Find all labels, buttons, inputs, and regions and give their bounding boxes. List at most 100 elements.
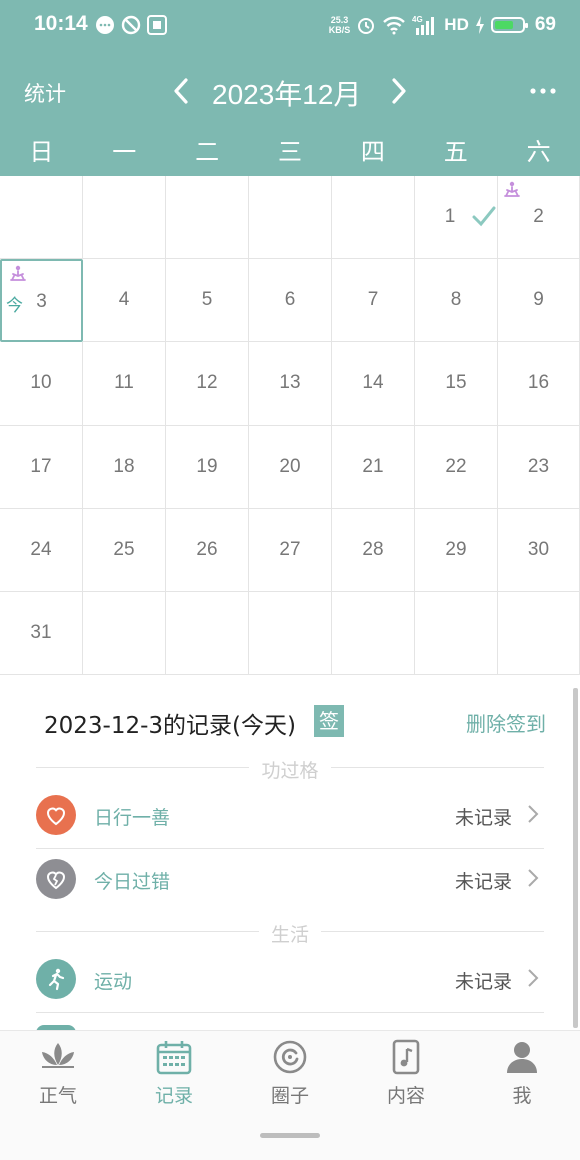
calendar-day-number: 27 (279, 539, 301, 560)
battery-fill (494, 21, 513, 29)
calendar-day-16[interactable]: 16 (498, 342, 580, 426)
calendar-day-number: 21 (362, 456, 384, 477)
lotus-icon (42, 1043, 74, 1068)
calendar-day-12[interactable]: 12 (166, 342, 249, 426)
chevron-right-icon[interactable] (386, 74, 412, 108)
chevron-left-icon[interactable] (168, 74, 194, 108)
calendar-empty-cell (498, 592, 580, 675)
delete-sign-button[interactable]: 删除签到 (466, 708, 546, 737)
calendar-day-7[interactable]: 7 (332, 259, 415, 342)
heart-icon (36, 795, 76, 835)
calendar-day-number: 2 (533, 206, 544, 227)
meditation-icon (10, 265, 26, 281)
calendar-day-number: 15 (445, 372, 467, 393)
calendar-day-19[interactable]: 19 (166, 426, 249, 509)
status-time: 10:14 (34, 12, 88, 35)
weekday-label: 四 (360, 138, 385, 166)
calendar-day-15[interactable]: 15 (415, 342, 498, 426)
calendar-day-number: 28 (362, 539, 384, 560)
record-row-exercise[interactable]: 运动 未记录 (36, 949, 544, 1013)
record-status: 未记录 (454, 971, 512, 993)
calendar-day-number: 11 (114, 372, 134, 393)
weekday-label: 五 (443, 138, 468, 166)
signal-icon: 4G (412, 15, 435, 35)
weekday-header: 日一二三四五六 (0, 130, 580, 174)
checkmark-icon (472, 206, 496, 227)
scrollbar[interactable] (573, 688, 578, 1028)
calendar-day-23[interactable]: 23 (498, 426, 580, 509)
stats-button[interactable]: 统计 (24, 78, 66, 108)
calendar-day-27[interactable]: 27 (249, 509, 332, 592)
calendar-empty-cell (166, 176, 249, 259)
calendar-day-17[interactable]: 17 (0, 426, 83, 509)
calendar-grid: 1 2 3 今 4 5 6 7 8 9 10 11 12 13 14 15 16 17 18 19 20 21 22 23 24… (0, 176, 580, 675)
calendar-day-6[interactable]: 6 (249, 259, 332, 342)
calendar-day-4[interactable]: 4 (83, 259, 166, 342)
record-status: 未记录 (454, 871, 512, 893)
calendar-day-number: 23 (527, 456, 550, 477)
calendar-day-number: 10 (30, 372, 52, 393)
calendar-day-1[interactable]: 1 (415, 176, 498, 259)
nav-tab-me[interactable]: 我 (482, 1039, 562, 1119)
weekday-label: 二 (195, 138, 220, 166)
section-title-text: 功过格 (249, 760, 331, 782)
more-dots-icon[interactable] (526, 76, 560, 106)
calendar-empty-cell (249, 176, 332, 259)
calendar-day-31[interactable]: 31 (0, 592, 83, 675)
calendar-day-number: 5 (201, 289, 213, 310)
calendar-day-25[interactable]: 25 (83, 509, 166, 592)
calendar-day-11[interactable]: 11 (83, 342, 166, 426)
calendar-day-9[interactable]: 9 (498, 259, 580, 342)
net-speed-value: 25.3 (330, 15, 349, 25)
calendar-day-14[interactable]: 14 (332, 342, 415, 426)
nav-tab-zhengqi[interactable]: 正气 (18, 1039, 98, 1119)
calendar-day-26[interactable]: 26 (166, 509, 249, 592)
nav-tab-record[interactable]: 记录 (134, 1039, 214, 1119)
net-speed: 25.3 KB/S (329, 15, 351, 35)
calendar-day-10[interactable]: 10 (0, 342, 83, 426)
nav-tab-content[interactable]: 内容 (366, 1039, 446, 1119)
calendar-day-28[interactable]: 28 (332, 509, 415, 592)
weekday-label: 六 (526, 138, 551, 166)
calendar-day-number: 30 (527, 539, 550, 560)
home-indicator[interactable] (260, 1133, 320, 1138)
records-title: 2023-12-3的记录(今天) (44, 713, 296, 739)
calendar-day-21[interactable]: 21 (332, 426, 415, 509)
calendar-day-3[interactable]: 3今 (0, 259, 83, 342)
calendar-day-number: 4 (118, 289, 130, 310)
calendar-empty-cell (166, 592, 249, 675)
section-title-text: 生活 (258, 924, 321, 946)
weekday-label: 日 (29, 138, 54, 166)
wifi-icon (383, 16, 406, 35)
calendar-day-number: 14 (362, 372, 384, 393)
calendar-day-18[interactable]: 18 (83, 426, 166, 509)
records-panel: 2023-12-3的记录(今天) 签 删除签到 功过格 日行一善 未记录 今日过… (0, 675, 580, 1033)
calendar-day-number: 7 (367, 289, 379, 310)
calendar-day-13[interactable]: 13 (249, 342, 332, 426)
calendar-day-number: 19 (196, 456, 218, 477)
battery-icon (490, 17, 528, 33)
calendar-day-2[interactable]: 2 (498, 176, 580, 259)
calendar-day-number: 18 (113, 456, 135, 477)
calendar-empty-cell (83, 592, 166, 675)
calendar-day-5[interactable]: 5 (166, 259, 249, 342)
record-row-good-deed[interactable]: 日行一善 未记录 (36, 785, 544, 849)
running-icon (36, 959, 76, 999)
chat-bubble-icon (96, 16, 114, 34)
record-row-mistake[interactable]: 今日过错 未记录 (36, 849, 544, 913)
calendar-day-number: 6 (284, 289, 296, 310)
record-label: 运动 (94, 971, 133, 993)
nav-tab-circle[interactable]: 圈子 (250, 1039, 330, 1119)
calendar-day-20[interactable]: 20 (249, 426, 332, 509)
calendar-day-number: 22 (445, 456, 467, 477)
chevron-right-icon (528, 805, 539, 823)
calendar-day-8[interactable]: 8 (415, 259, 498, 342)
calendar-day-22[interactable]: 22 (415, 426, 498, 509)
calendar-day-24[interactable]: 24 (0, 509, 83, 592)
nav-label: 记录 (154, 1085, 193, 1107)
section-title-life: 生活 (0, 920, 580, 947)
hd-indicator: HD (444, 15, 469, 34)
calendar-day-29[interactable]: 29 (415, 509, 498, 592)
bottom-nav: 正气 记录 圈子 内容 我 (0, 1030, 580, 1160)
calendar-day-30[interactable]: 30 (498, 509, 580, 592)
